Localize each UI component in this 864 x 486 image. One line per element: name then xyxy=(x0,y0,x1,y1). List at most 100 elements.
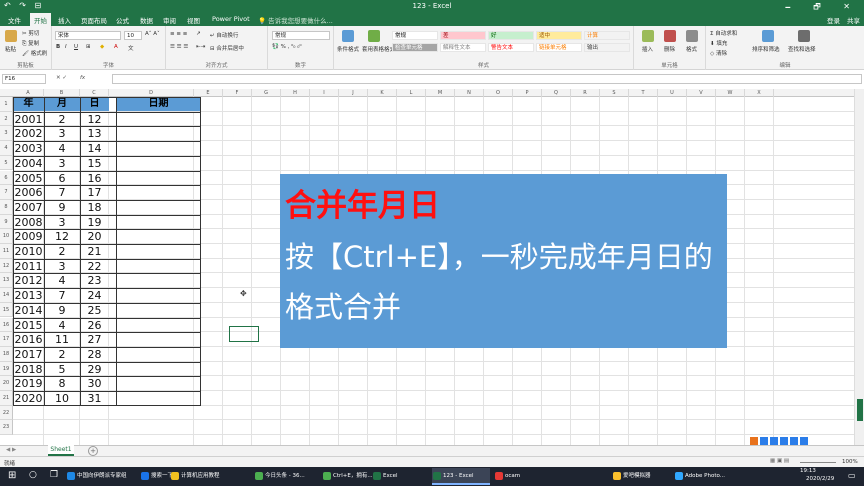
taskbar-item[interactable]: 爱吧模拟器 xyxy=(612,468,670,485)
cut-button[interactable]: ✂ 剪切 xyxy=(22,29,39,37)
row-header-2[interactable]: 2 xyxy=(0,111,13,127)
column-header-V[interactable]: V xyxy=(687,89,716,97)
ime-icon[interactable] xyxy=(750,437,758,445)
taskbar-item[interactable]: 中国向伊朗派专家组 xyxy=(66,468,136,485)
row-header-10[interactable]: 10 xyxy=(0,229,13,244)
merge-center-button[interactable]: ⊟ 合并后居中 xyxy=(210,44,244,52)
cell-style-1[interactable]: 差 xyxy=(440,31,486,40)
row-header-17[interactable]: 17 xyxy=(0,332,13,347)
add-sheet-button[interactable]: + xyxy=(88,446,98,456)
taskbar-item[interactable]: ocam xyxy=(494,468,550,485)
column-header-E[interactable]: E xyxy=(194,89,223,97)
column-header-O[interactable]: O xyxy=(484,89,513,97)
column-header-K[interactable]: K xyxy=(368,89,397,97)
column-header-J[interactable]: J xyxy=(339,89,368,97)
paste-button[interactable]: 粘贴 xyxy=(5,45,16,53)
zoom-level[interactable]: 100% xyxy=(842,459,858,465)
taskbar-item[interactable]: 今日头条 - 36... xyxy=(254,468,318,485)
taskbar-item[interactable]: Adobe Photo... xyxy=(674,468,734,485)
align-top-icon[interactable]: ≡ ≡ ≡ xyxy=(170,31,187,37)
row-header-18[interactable]: 18 xyxy=(0,346,13,362)
row-header-11[interactable]: 11 xyxy=(0,244,13,259)
column-header-G[interactable]: G xyxy=(252,89,281,97)
cell-style-6[interactable]: 解释性文本 xyxy=(440,43,486,52)
row-header-4[interactable]: 4 xyxy=(0,141,13,156)
row-header-15[interactable]: 15 xyxy=(0,302,13,318)
column-header-C[interactable]: C xyxy=(80,89,109,97)
insert-cells-button[interactable]: 插入 xyxy=(642,45,653,53)
format-as-table-button[interactable]: 套用表格格式 xyxy=(362,45,395,53)
row-header-3[interactable]: 3 xyxy=(0,126,13,142)
cell-style-8[interactable]: 链接单元格 xyxy=(536,43,582,52)
taskbar-item[interactable]: 计算机应用教程 xyxy=(170,468,248,485)
sort-filter-button[interactable]: 排序和筛选 xyxy=(752,45,780,53)
scrollbar-thumb[interactable] xyxy=(857,399,863,421)
format-painter-button[interactable]: 🖌 格式刷 xyxy=(22,49,47,57)
formula-buttons[interactable]: ✕ ✓ xyxy=(56,75,67,81)
tab-data[interactable]: 数据 xyxy=(140,15,153,25)
ime-mode-icon[interactable] xyxy=(760,437,768,445)
search-icon[interactable]: ○ xyxy=(29,470,37,480)
cell-style-5[interactable]: 检查单元格 xyxy=(392,43,438,52)
font-grow-icon[interactable]: A˄ A˅ xyxy=(145,31,160,37)
column-header-A[interactable]: A xyxy=(13,89,44,97)
tab-insert[interactable]: 插入 xyxy=(58,15,71,25)
cell-style-3[interactable]: 适中 xyxy=(536,31,582,40)
number-format-select[interactable]: 常规 xyxy=(272,31,330,40)
wrap-text-button[interactable]: ↵ 自动换行 xyxy=(210,31,238,39)
column-header-T[interactable]: T xyxy=(629,89,658,97)
cell-style-2[interactable]: 好 xyxy=(488,31,534,40)
column-header-F[interactable]: F xyxy=(223,89,252,97)
tab-view[interactable]: 视图 xyxy=(187,15,200,25)
row-header-1[interactable]: 1 xyxy=(0,97,13,112)
underline-button[interactable]: U xyxy=(74,44,78,50)
view-buttons[interactable]: ▦ ▣ ▤ xyxy=(770,458,789,464)
start-icon[interactable]: ⊞ xyxy=(8,470,16,481)
column-header-P[interactable]: P xyxy=(513,89,542,97)
font-size-select[interactable]: 10 xyxy=(124,31,142,40)
clear-button[interactable]: ◇ 清除 xyxy=(710,49,727,57)
row-header-6[interactable]: 6 xyxy=(0,170,13,186)
cell-style-7[interactable]: 警告文本 xyxy=(488,43,534,52)
row-header-8[interactable]: 8 xyxy=(0,199,13,215)
vertical-scrollbar[interactable] xyxy=(854,89,864,445)
ime-toolbar[interactable] xyxy=(750,437,850,445)
autosum-button[interactable]: Σ 自动求和 xyxy=(710,29,737,37)
row-header-16[interactable]: 16 xyxy=(0,317,13,333)
italic-button[interactable]: I xyxy=(65,44,67,50)
find-select-button[interactable]: 查找和选择 xyxy=(788,45,816,53)
row-header-22[interactable]: 22 xyxy=(0,405,13,421)
bold-button[interactable]: B xyxy=(56,44,60,50)
tell-me-box[interactable]: 💡 告诉我您想要做什么... xyxy=(258,15,333,25)
align-left-icon[interactable]: ☰ ☰ ☰ xyxy=(170,44,188,50)
fx-button[interactable]: fx xyxy=(80,75,85,81)
row-header-21[interactable]: 21 xyxy=(0,391,13,406)
row-header-19[interactable]: 19 xyxy=(0,361,13,377)
column-header-N[interactable]: N xyxy=(455,89,484,97)
font-color-icon[interactable]: A xyxy=(114,44,118,50)
column-header-U[interactable]: U xyxy=(658,89,687,97)
ime-punct-icon[interactable] xyxy=(770,437,778,445)
sheet-nav-arrows[interactable]: ◀ ▶ xyxy=(6,447,16,453)
row-header-20[interactable]: 20 xyxy=(0,376,13,391)
column-header-I[interactable]: I xyxy=(310,89,339,97)
taskbar-item[interactable]: Ctrl+E，拥有... xyxy=(322,468,373,485)
row-header-14[interactable]: 14 xyxy=(0,288,13,303)
format-cells-button[interactable]: 格式 xyxy=(686,45,697,53)
column-header-W[interactable]: W xyxy=(716,89,745,97)
tab-review[interactable]: 审阅 xyxy=(163,15,176,25)
delete-cells-button[interactable]: 删除 xyxy=(664,45,675,53)
column-header-B[interactable]: B xyxy=(44,89,80,97)
ime-emoji-icon[interactable] xyxy=(780,437,788,445)
column-header-X[interactable]: X xyxy=(745,89,774,97)
fill-button[interactable]: ⬇ 填充 xyxy=(710,39,727,47)
taskbar-item[interactable]: 123 - Excel xyxy=(432,468,490,485)
cell-style-4[interactable]: 计算 xyxy=(584,31,630,40)
number-format-icons[interactable]: 💱 % , ⁰₀ ₀⁰ xyxy=(272,44,302,50)
cell-style-0[interactable]: 常规 xyxy=(392,31,438,40)
tab-formulas[interactable]: 公式 xyxy=(116,15,129,25)
column-header-D[interactable]: D xyxy=(109,89,194,97)
column-header-Q[interactable]: Q xyxy=(542,89,571,97)
column-header-L[interactable]: L xyxy=(397,89,426,97)
indent-icon[interactable]: ⇤⇥ xyxy=(196,44,205,50)
